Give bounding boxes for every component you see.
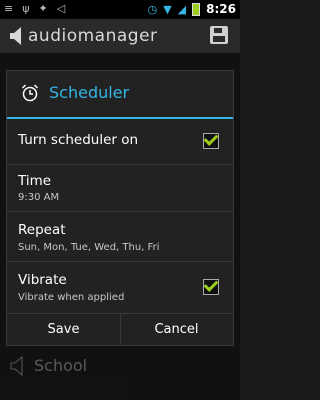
app-bar: audiomanager xyxy=(0,19,240,53)
wifi-icon: ▼ xyxy=(163,2,172,16)
dialog-header: Scheduler xyxy=(7,71,233,119)
row-label: Vibrate xyxy=(18,272,67,288)
row-label: Repeat xyxy=(18,222,66,238)
speaker-icon xyxy=(10,27,21,45)
row-value: Sun, Mon, Tue, Wed, Thu, Fri xyxy=(18,242,160,253)
time-row[interactable]: Time 9:30 AM xyxy=(7,165,233,212)
row-label: Time xyxy=(18,173,52,189)
vibrate-row[interactable]: Vibrate Vibrate when applied xyxy=(7,262,233,314)
vibrate-checkbox[interactable] xyxy=(203,279,219,295)
status-time: 8:26 xyxy=(206,2,236,16)
alarm-icon: ◷ xyxy=(147,2,158,16)
android-icon: ✦ xyxy=(38,2,48,15)
signal-icon: ◢ xyxy=(177,2,187,16)
system-icons: ◷ ▼ ◢ 8:26 xyxy=(148,2,236,16)
dialog-buttons: Save Cancel xyxy=(7,314,233,346)
save-icon[interactable] xyxy=(210,26,228,44)
battery-icon xyxy=(192,2,201,16)
app-title: audiomanager xyxy=(28,26,158,46)
repeat-row[interactable]: Repeat Sun, Mon, Tue, Wed, Thu, Fri xyxy=(7,212,233,262)
scheduler-toggle-row[interactable]: Turn scheduler on xyxy=(7,119,233,165)
mute-icon: ◁ xyxy=(56,2,66,15)
scheduler-dialog: Scheduler Turn scheduler on Time 9:30 AM… xyxy=(6,70,234,346)
cancel-button[interactable]: Cancel xyxy=(120,314,233,346)
dialog-title: Scheduler xyxy=(49,83,130,102)
usb-icon: ψ xyxy=(22,2,30,15)
row-label: Turn scheduler on xyxy=(18,132,139,148)
status-bar: ≡ ψ ✦ ◁ ◷ ▼ ◢ 8:26 xyxy=(0,0,240,19)
row-value: 9:30 AM xyxy=(18,192,60,203)
notification-icons: ≡ ψ ✦ ◁ xyxy=(4,2,65,15)
save-button[interactable]: Save xyxy=(7,314,121,346)
scheduler-checkbox[interactable] xyxy=(203,133,219,149)
alarm-clock-icon xyxy=(21,84,39,102)
notification-ruler-icon: ≡ xyxy=(4,2,14,15)
row-value: Vibrate when applied xyxy=(18,292,125,303)
